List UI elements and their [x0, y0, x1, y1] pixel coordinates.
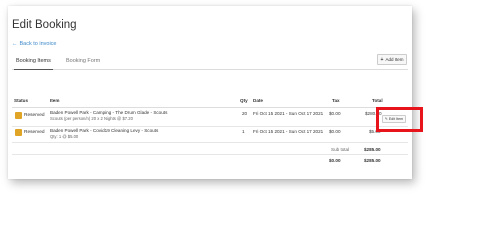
- column-header-tax: Tax: [332, 98, 340, 103]
- column-header-qty: Qty: [240, 98, 248, 103]
- page-title: Edit Booking: [12, 19, 77, 31]
- item-qty: 20: [242, 111, 248, 116]
- row-divider: [12, 154, 408, 155]
- add-item-button[interactable]: + Add Item: [377, 54, 407, 65]
- item-name: Baden Powell Park - Camping - The Drum G…: [50, 110, 168, 115]
- item-name: Baden Powell Park - Covid19 Cleaning Lev…: [50, 128, 159, 133]
- subtotal-label: Sub total: [331, 147, 350, 152]
- table-header-divider: [12, 107, 408, 108]
- item-date: Fri Oct 15 2021 - Sun Oct 17 2021: [253, 129, 324, 134]
- highlight-box: [376, 107, 423, 132]
- item-date: Fri Oct 15 2021 - Sun Oct 17 2021: [253, 111, 324, 116]
- status-label: Reserved: [24, 113, 45, 118]
- item-tax: $0.00: [329, 111, 341, 116]
- row-divider: [12, 126, 408, 127]
- subtotal-value: $285.00: [364, 147, 381, 152]
- column-header-status: Status: [14, 98, 29, 103]
- grand-total-tax: $0.00: [329, 158, 341, 163]
- back-to-invoice-link[interactable]: ← Back to invoice: [12, 41, 57, 47]
- status-badge: Reserved: [15, 129, 45, 136]
- item-detail: Scouts (per person/n) 20 x 2 Nights @ $7…: [50, 116, 133, 121]
- column-header-date: Date: [253, 98, 263, 103]
- tab-booking-form[interactable]: Booking Form: [64, 58, 102, 70]
- status-label: Reserved: [24, 130, 45, 135]
- plus-icon: +: [380, 56, 384, 63]
- arrow-left-icon: ←: [12, 41, 18, 47]
- row-divider: [12, 142, 408, 143]
- grand-total-value: $285.00: [364, 158, 381, 163]
- item-detail: Qty: 1 @ $5.00: [50, 134, 79, 139]
- back-link-label: Back to invoice: [19, 41, 57, 47]
- column-header-item: Item: [50, 98, 60, 103]
- item-qty: 1: [242, 129, 245, 134]
- tab-bar: Booking Items Booking Form: [12, 56, 408, 70]
- reserved-status-icon: [15, 129, 22, 136]
- column-header-total: Total: [372, 98, 383, 103]
- reserved-status-icon: [15, 112, 22, 119]
- item-tax: $0.00: [329, 129, 341, 134]
- tab-booking-items[interactable]: Booking Items: [14, 58, 53, 70]
- add-item-label: Add Item: [385, 57, 404, 62]
- status-badge: Reserved: [15, 112, 45, 119]
- edit-booking-panel: Edit Booking ← Back to invoice Booking I…: [8, 6, 423, 179]
